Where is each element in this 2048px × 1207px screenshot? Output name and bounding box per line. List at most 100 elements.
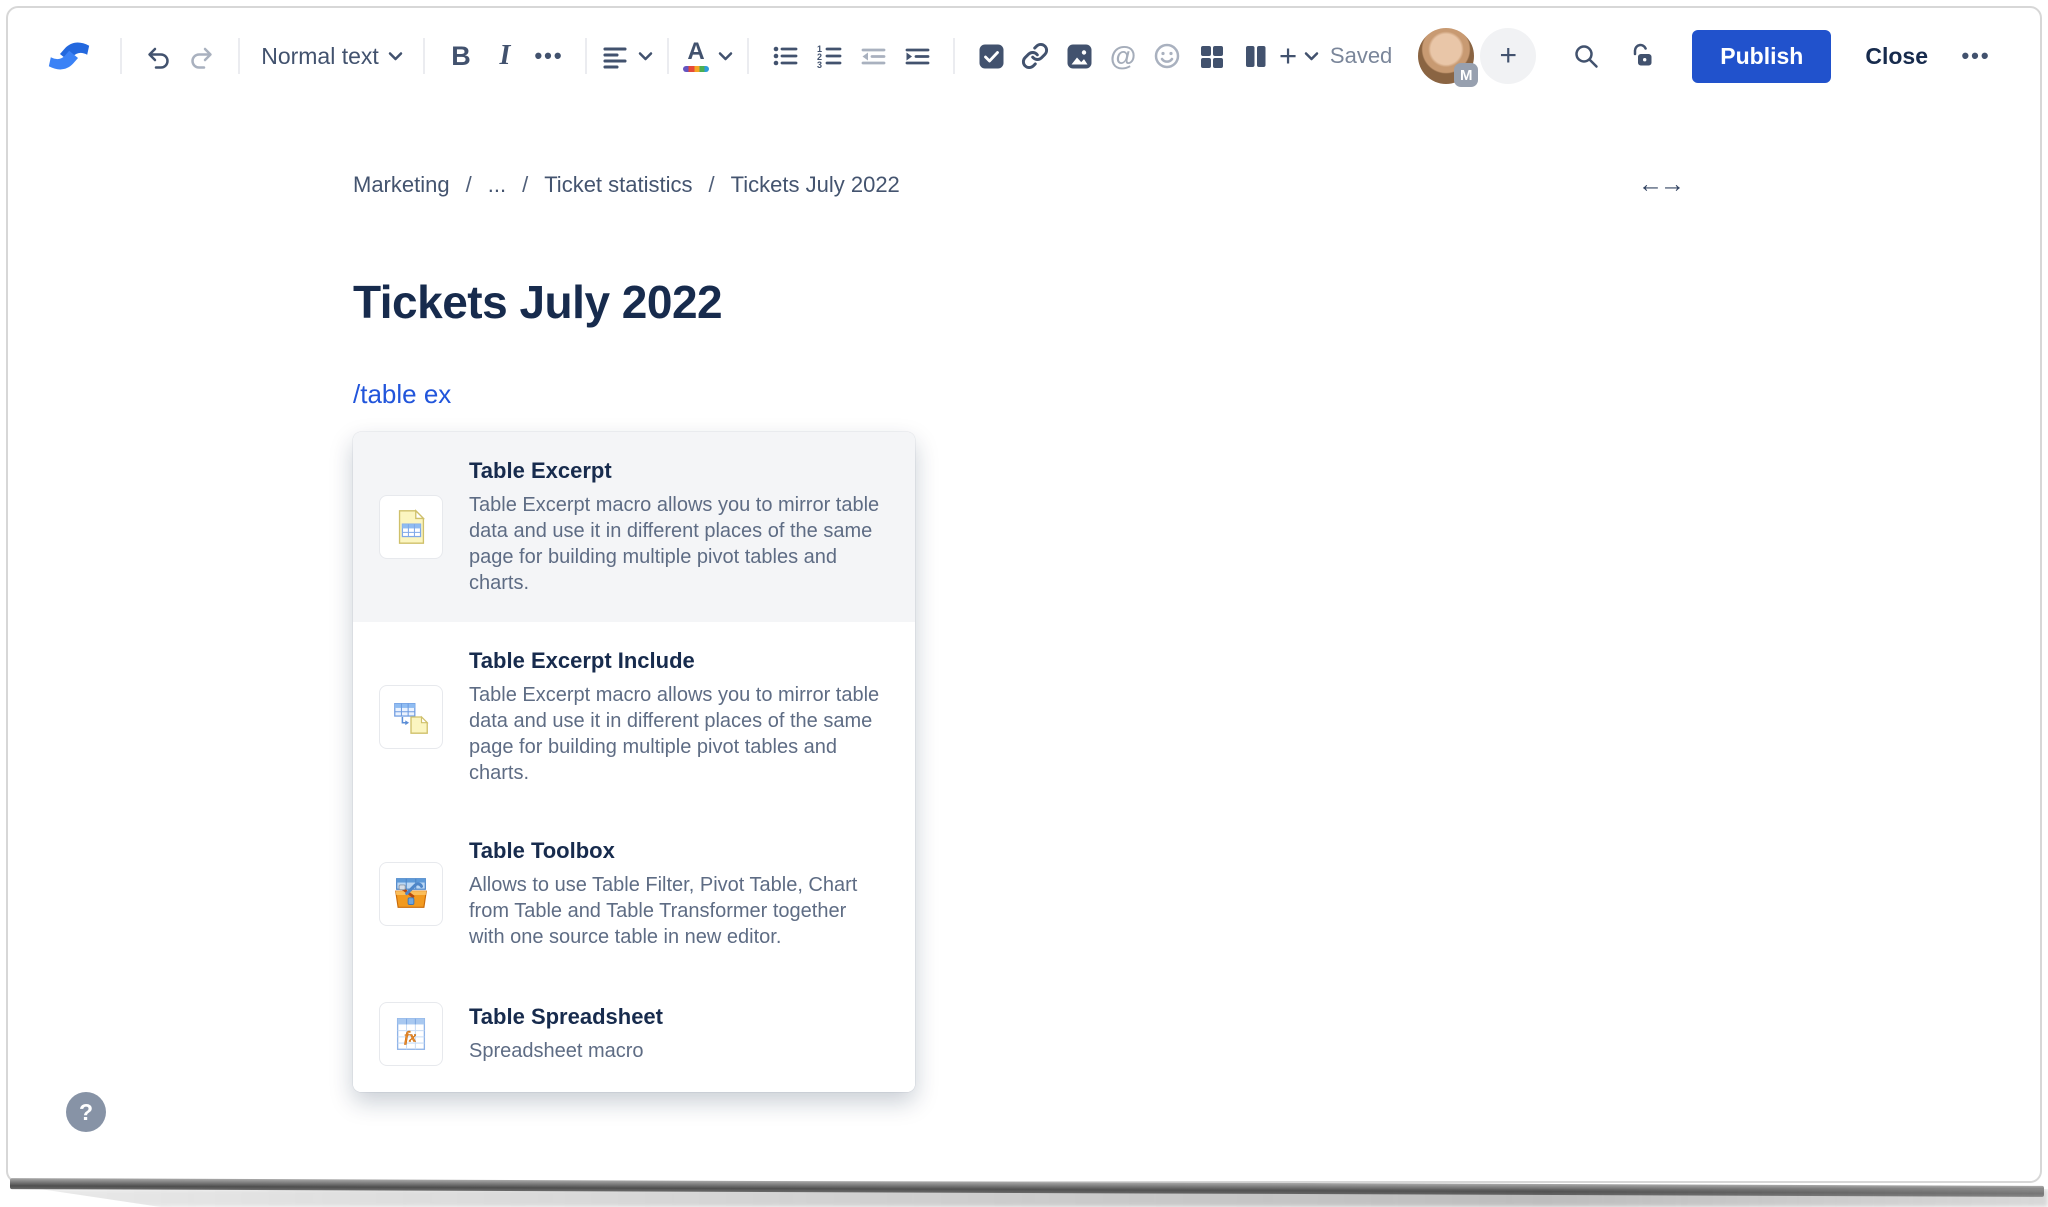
- chevron-down-icon: [388, 51, 403, 62]
- toolbar-divider: [423, 38, 425, 74]
- task-checkbox-icon: [978, 43, 1005, 70]
- menu-item-title: Table Spreadsheet: [469, 1004, 887, 1030]
- ellipsis-icon: •••: [1961, 43, 1990, 69]
- breadcrumb-item-ellipsis[interactable]: ...: [488, 172, 506, 198]
- table-toolbox-icon: [379, 862, 443, 926]
- emoji-icon: [1153, 42, 1181, 70]
- page-shadow-curl: [40, 1189, 2048, 1207]
- insert-more-dropdown[interactable]: +: [1277, 34, 1321, 78]
- plus-icon: +: [1279, 41, 1297, 71]
- expand-width-icon[interactable]: ←→: [1638, 170, 1682, 199]
- indent-button[interactable]: [895, 34, 939, 78]
- close-button[interactable]: Close: [1865, 43, 1928, 70]
- mention-icon: @: [1110, 41, 1136, 72]
- publish-button[interactable]: Publish: [1692, 30, 1831, 83]
- menu-item-description: Table Excerpt macro allows you to mirror…: [469, 682, 881, 786]
- unlock-icon: [1627, 41, 1657, 71]
- screenshot-stage: Normal text B I •••: [0, 0, 2048, 1207]
- breadcrumb: Marketing / ... / Ticket statistics / Ti…: [353, 172, 900, 198]
- text-style-label: Normal text: [260, 43, 380, 70]
- mention-button[interactable]: @: [1101, 34, 1145, 78]
- plus-icon: +: [1500, 39, 1518, 73]
- toolbar-divider: [747, 38, 749, 74]
- layouts-icon: [1242, 43, 1269, 70]
- bullet-list-button[interactable]: [763, 34, 807, 78]
- bold-icon: B: [451, 41, 471, 72]
- undo-icon: [143, 41, 173, 71]
- task-list-button[interactable]: [969, 34, 1013, 78]
- unlock-button[interactable]: [1620, 34, 1664, 78]
- outdent-button[interactable]: [851, 34, 895, 78]
- macro-suggestion-menu: Table Excerpt Table Excerpt macro allows…: [353, 432, 915, 1092]
- editor-toolbar: Normal text B I •••: [8, 8, 2040, 104]
- avatar[interactable]: M: [1418, 28, 1474, 84]
- text-style-dropdown[interactable]: Normal text: [254, 34, 409, 78]
- more-formatting-button[interactable]: •••: [527, 34, 571, 78]
- table-spreadsheet-icon: fx: [379, 1002, 443, 1066]
- text-color-dropdown[interactable]: A: [683, 34, 733, 78]
- help-button[interactable]: ?: [66, 1092, 106, 1132]
- emoji-button[interactable]: [1145, 34, 1189, 78]
- avatar-badge: M: [1454, 63, 1478, 87]
- invite-button[interactable]: +: [1480, 28, 1536, 84]
- search-icon: [1572, 42, 1601, 71]
- toolbar-divider: [953, 38, 955, 74]
- toolbar-overflow-button[interactable]: •••: [1954, 34, 1998, 78]
- menu-item-description: Allows to use Table Filter, Pivot Table,…: [469, 872, 881, 950]
- menu-item-title: Table Excerpt Include: [469, 648, 887, 674]
- search-button[interactable]: [1564, 34, 1608, 78]
- italic-button[interactable]: I: [483, 34, 527, 78]
- insert-table-button[interactable]: [1189, 34, 1233, 78]
- toolbar-divider: [667, 38, 669, 74]
- breadcrumb-item-current-page[interactable]: Tickets July 2022: [731, 172, 900, 198]
- menu-item-table-spreadsheet[interactable]: fx Table Spreadsheet Spreadsheet macro: [353, 976, 915, 1092]
- link-button[interactable]: [1013, 34, 1057, 78]
- image-icon: [1066, 43, 1093, 70]
- question-mark-icon: ?: [79, 1099, 93, 1126]
- table-excerpt-include-icon: [379, 685, 443, 749]
- breadcrumb-separator: /: [522, 172, 528, 198]
- table-icon: [1198, 43, 1225, 70]
- toolbar-divider: [238, 38, 240, 74]
- breadcrumb-separator: /: [709, 172, 715, 198]
- saved-status: Saved: [1330, 43, 1392, 69]
- app-window: Normal text B I •••: [6, 6, 2042, 1183]
- chevron-down-icon: [1304, 51, 1319, 62]
- menu-item-title: Table Excerpt: [469, 458, 887, 484]
- outdent-icon: [859, 42, 887, 70]
- menu-item-title: Table Toolbox: [469, 838, 887, 864]
- breadcrumb-row: Marketing / ... / Ticket statistics / Ti…: [353, 170, 1682, 199]
- menu-item-table-excerpt[interactable]: Table Excerpt Table Excerpt macro allows…: [353, 432, 915, 622]
- menu-item-description: Table Excerpt macro allows you to mirror…: [469, 492, 881, 596]
- breadcrumb-item-marketing[interactable]: Marketing: [353, 172, 450, 198]
- table-excerpt-icon: [379, 495, 443, 559]
- menu-item-table-toolbox[interactable]: Table Toolbox Allows to use Table Filter…: [353, 812, 915, 976]
- more-formatting-icon: •••: [534, 43, 563, 69]
- numbered-list-button[interactable]: 123: [807, 34, 851, 78]
- editor-content: Marketing / ... / Ticket statistics / Ti…: [8, 170, 2040, 1092]
- chevron-down-icon: [638, 51, 653, 62]
- undo-button[interactable]: [136, 34, 180, 78]
- redo-button[interactable]: [180, 34, 224, 78]
- breadcrumb-item-ticket-statistics[interactable]: Ticket statistics: [544, 172, 692, 198]
- breadcrumb-separator: /: [466, 172, 472, 198]
- toolbar-divider: [585, 38, 587, 74]
- align-left-icon: [601, 42, 629, 70]
- slash-command-text[interactable]: /table ex: [353, 379, 1682, 410]
- insert-image-button[interactable]: [1057, 34, 1101, 78]
- alignment-dropdown[interactable]: [601, 34, 653, 78]
- numbered-list-icon: 123: [815, 42, 843, 70]
- menu-item-table-excerpt-include[interactable]: Table Excerpt Include Table Excerpt macr…: [353, 622, 915, 812]
- toolbar-right-cluster: Saved M +: [1330, 28, 1998, 84]
- redo-icon: [187, 41, 217, 71]
- link-icon: [1021, 42, 1049, 70]
- fx-glyph: fx: [404, 1030, 416, 1046]
- confluence-logo: [44, 31, 94, 81]
- text-color-icon: A: [683, 41, 709, 72]
- bold-button[interactable]: B: [439, 34, 483, 78]
- page-title[interactable]: Tickets July 2022: [353, 275, 1682, 329]
- toolbar-divider: [120, 38, 122, 74]
- layouts-button[interactable]: [1233, 34, 1277, 78]
- chevron-down-icon: [718, 51, 733, 62]
- bullet-list-icon: [771, 42, 799, 70]
